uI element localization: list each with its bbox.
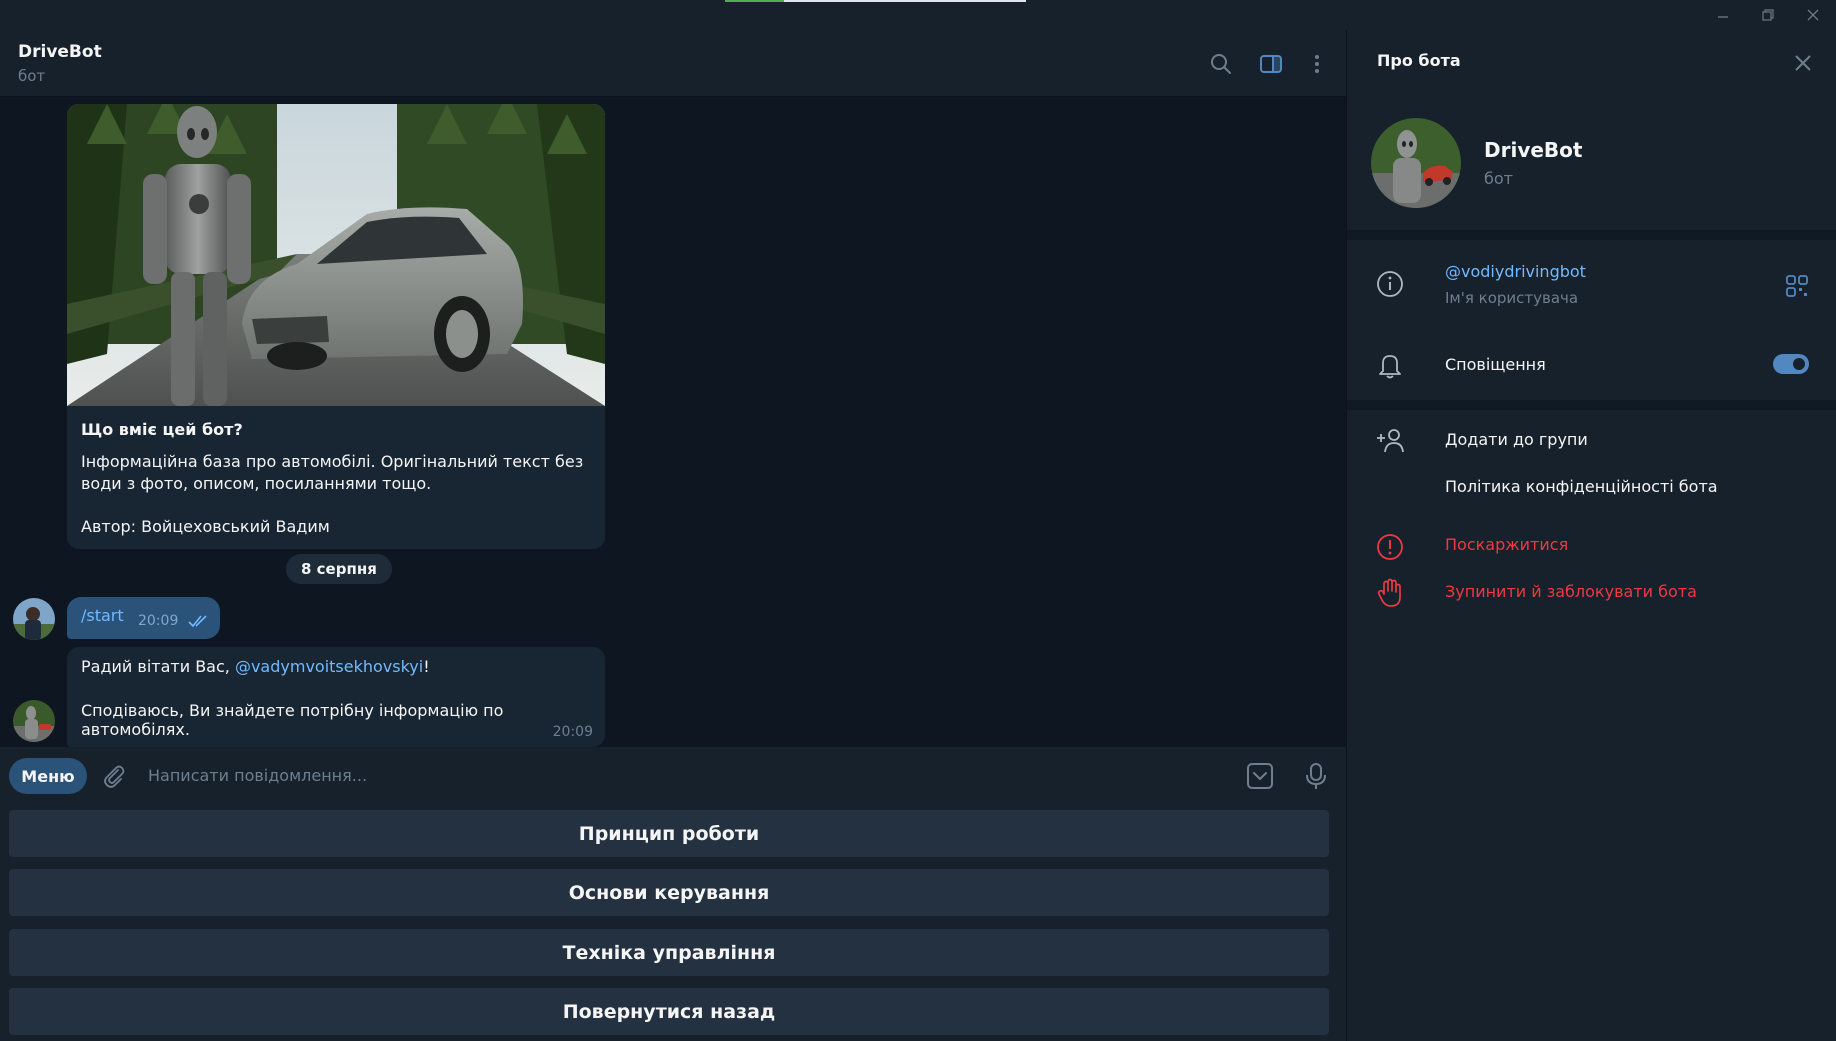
notifications-toggle[interactable] [1773, 354, 1809, 374]
chat-title[interactable]: DriveBot [18, 42, 102, 62]
greeting-suffix: ! [423, 657, 430, 676]
bot-profile-status: бот [1484, 169, 1513, 188]
stop-hand-icon [1375, 578, 1405, 608]
more-vertical-icon[interactable] [1303, 50, 1331, 78]
restore-icon[interactable] [1748, 4, 1788, 26]
report-button[interactable]: Поскаржитися [1445, 535, 1568, 554]
keyboard-button-back[interactable]: Повернутися назад [9, 988, 1329, 1035]
message-composer: Меню [0, 747, 1346, 803]
add-to-group-button[interactable]: Додати до групи [1445, 430, 1588, 449]
attach-icon[interactable] [98, 760, 130, 792]
bot-info-panel: Про бота DriveBot бот @vodiydrivingbot І… [1346, 30, 1836, 1041]
qr-code-icon[interactable] [1782, 271, 1812, 301]
keyboard-toggle-icon[interactable] [1244, 760, 1276, 792]
user-mention-link[interactable]: @vadymvoitsekhovskyi [235, 657, 423, 676]
message-list[interactable]: Що вміє цей бот? Інформаційна база про а… [0, 97, 1346, 747]
bot-intro-heading: Що вміє цей бот? [81, 420, 243, 439]
report-icon [1375, 532, 1405, 562]
keyboard-button-technique[interactable]: Техніка управління [9, 929, 1329, 976]
bot-intro-card: Що вміє цей бот? Інформаційна база про а… [67, 104, 605, 549]
date-separator[interactable]: 8 серпня [286, 554, 392, 584]
close-window-icon[interactable] [1793, 4, 1833, 26]
chat-status: бот [18, 67, 46, 85]
bot-avatar[interactable] [13, 700, 55, 742]
bot-menu-button[interactable]: Меню [9, 758, 87, 794]
user-avatar[interactable] [13, 598, 55, 640]
bot-intro-photo[interactable] [67, 104, 605, 406]
bot-intro-description: Інформаційна база про автомобілі. Оригін… [81, 452, 584, 493]
toggle-knob [1791, 356, 1807, 372]
sidebar-toggle-icon[interactable] [1257, 50, 1285, 78]
chat-header[interactable]: DriveBot бот [0, 30, 1346, 97]
greeting-prefix: Радий вітати Вас, [81, 657, 235, 676]
section-divider [1347, 400, 1836, 410]
privacy-policy-button[interactable]: Політика конфіденційності бота [1445, 477, 1718, 496]
incoming-message[interactable]: Радий вітати Вас, @vadymvoitsekhovskyi! … [67, 647, 605, 747]
bell-icon [1375, 350, 1405, 380]
info-icon [1375, 269, 1405, 299]
block-bot-button[interactable]: Зупинити й заблокувати бота [1445, 582, 1697, 601]
bot-username-caption: Ім'я користувача [1445, 289, 1579, 307]
bot-reply-keyboard: Принцип роботи Основи керування Техніка … [0, 803, 1346, 1041]
message-time: 20:09 [552, 724, 593, 740]
message-time: 20:09 [138, 613, 179, 629]
panel-title: Про бота [1377, 51, 1461, 70]
add-user-icon [1375, 425, 1405, 455]
double-check-icon [188, 613, 210, 632]
loading-progress-bar [725, 0, 785, 2]
bot-profile-name: DriveBot [1484, 138, 1583, 162]
bot-intro-author: Автор: Войцеховський Вадим [81, 517, 330, 536]
keyboard-button-basics[interactable]: Основи керування [9, 869, 1329, 916]
search-icon[interactable] [1207, 50, 1235, 78]
minimize-icon[interactable] [1703, 4, 1743, 26]
incoming-message-greeting: Радий вітати Вас, @vadymvoitsekhovskyi! [81, 657, 430, 676]
notifications-label: Сповіщення [1445, 355, 1546, 374]
keyboard-button-principle[interactable]: Принцип роботи [9, 810, 1329, 857]
section-divider [1347, 230, 1836, 240]
message-input[interactable] [148, 757, 1228, 793]
outgoing-message[interactable]: /start 20:09 [67, 597, 220, 639]
bot-profile-avatar[interactable] [1371, 118, 1461, 208]
window-titlebar [0, 0, 1836, 30]
close-icon[interactable] [1788, 48, 1818, 78]
outgoing-message-text[interactable]: /start [81, 606, 124, 625]
loading-progress-highlight [784, 0, 1026, 2]
microphone-icon[interactable] [1300, 760, 1332, 792]
incoming-message-text: Сподіваюсь, Ви знайдете потрібну інформа… [81, 701, 504, 739]
bot-username-link[interactable]: @vodiydrivingbot [1445, 262, 1586, 281]
